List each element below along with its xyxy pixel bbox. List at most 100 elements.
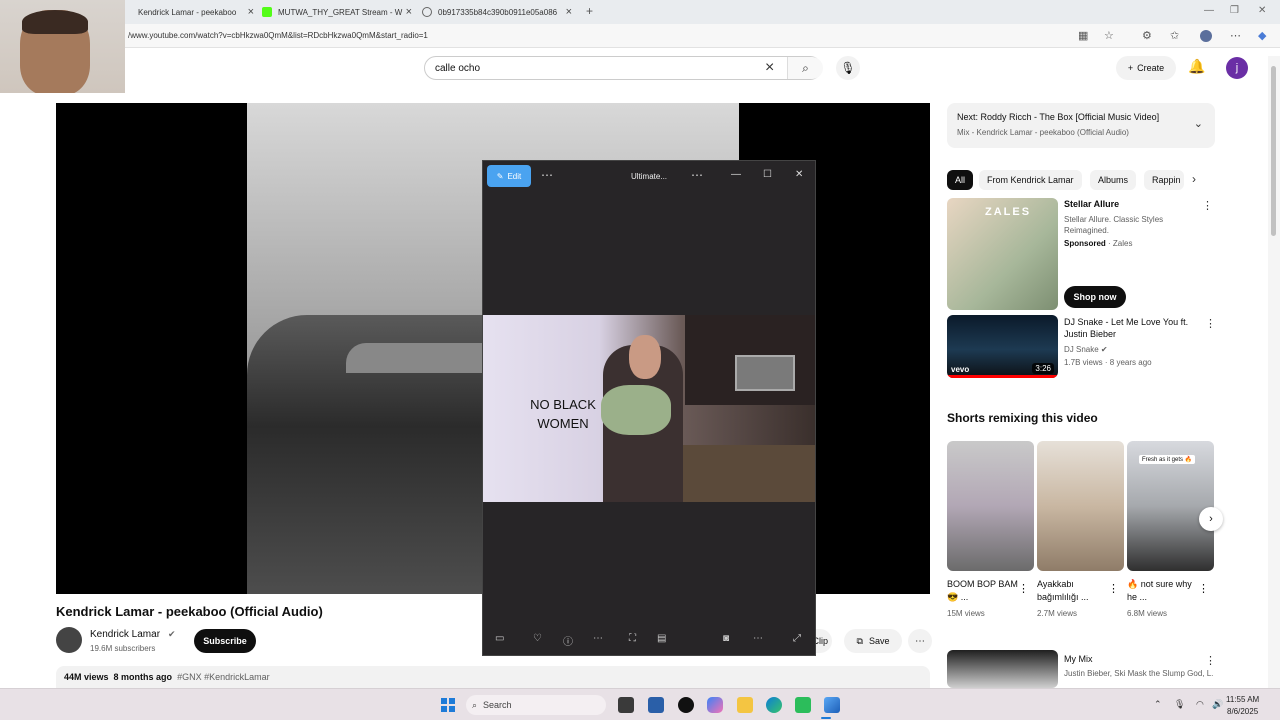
browser-tab[interactable]: Kendrick Lamar - peekaboo × xyxy=(124,2,254,22)
video-title[interactable]: DJ Snake - Let Me Love You ft. Justin Bi… xyxy=(1064,316,1199,340)
chevron-up-icon[interactable]: ⌃ xyxy=(1154,699,1162,710)
taskbar-search[interactable]: ⌕ Search xyxy=(466,695,606,715)
windows-start-icon[interactable] xyxy=(441,698,455,712)
clear-search-icon[interactable]: × xyxy=(765,59,774,77)
page-scrollbar[interactable] xyxy=(1268,56,1280,688)
search-box[interactable]: calle ocho × ⌕ xyxy=(424,56,823,80)
close-icon[interactable]: × xyxy=(248,6,254,18)
alienware-icon[interactable] xyxy=(678,697,694,713)
shorts-next-button[interactable]: › xyxy=(1199,507,1223,531)
clock-date[interactable]: 8/6/2025 xyxy=(1227,707,1258,716)
browser-tab[interactable]: MUTWA_THY_GREAT Stream - W × xyxy=(262,2,412,22)
volume-icon[interactable]: 🔊 xyxy=(1212,699,1223,710)
url-field[interactable]: /www.youtube.com/watch?v=cbHkzwa0QmM&lis… xyxy=(128,31,428,40)
webcam-person-hair xyxy=(22,10,88,34)
short-title[interactable]: 🔥 not sure why he ... xyxy=(1127,578,1199,604)
notifications-bell-icon[interactable]: 🔔 xyxy=(1188,58,1205,75)
heart-icon[interactable]: ♡ xyxy=(533,633,542,644)
voice-search-button[interactable]: 🎙 xyxy=(836,56,860,80)
copilot-icon[interactable]: ◆ xyxy=(1258,29,1266,42)
close-icon[interactable]: × xyxy=(566,6,572,18)
mix-thumbnail[interactable] xyxy=(947,650,1058,688)
app-icon[interactable] xyxy=(795,697,811,713)
minimize-icon[interactable]: — xyxy=(731,169,741,180)
next-video-title: Roddy Ricch - The Box [Official Music Vi… xyxy=(980,112,1160,122)
more-options-icon[interactable]: ⋯ xyxy=(691,168,703,182)
short-title[interactable]: BOOM BOP BAM 😎 ... xyxy=(947,578,1019,604)
edge-browser-icon[interactable] xyxy=(766,697,782,713)
more-vert-icon[interactable]: ⋮ xyxy=(1198,582,1209,595)
minimize-icon[interactable]: — xyxy=(1204,5,1214,16)
more-vert-icon[interactable]: ⋮ xyxy=(1202,199,1213,212)
edit-button[interactable]: ✎ Edit xyxy=(487,165,531,187)
screenshot-icon[interactable]: ◙ xyxy=(723,633,729,644)
create-button[interactable]: + Create xyxy=(1116,56,1176,80)
ad-title[interactable]: Stellar Allure xyxy=(1064,198,1119,210)
close-icon[interactable]: × xyxy=(406,6,412,18)
restore-icon[interactable]: ❐ xyxy=(1230,5,1239,16)
clock-time[interactable]: 11:55 AM xyxy=(1226,695,1259,704)
save-button[interactable]: ⧉ Save xyxy=(844,629,902,653)
microphone-icon[interactable]: 🎙 xyxy=(1174,699,1185,710)
chip-albums[interactable]: Albums xyxy=(1090,170,1137,190)
menu-dots-icon[interactable]: ⋯ xyxy=(1230,29,1241,42)
search-button[interactable]: ⌕ xyxy=(787,57,823,79)
chevron-down-icon[interactable]: ⌄ xyxy=(1194,117,1203,130)
more-vert-icon[interactable]: ⋮ xyxy=(1018,582,1029,595)
wifi-icon[interactable]: ◠ xyxy=(1196,699,1204,710)
short-title[interactable]: Ayakkabı bağımlılığı ... xyxy=(1037,578,1109,604)
close-window-icon[interactable]: ✕ xyxy=(1258,5,1266,16)
more-vert-icon[interactable]: ⋮ xyxy=(1205,317,1216,330)
chip-all[interactable]: All xyxy=(947,170,974,190)
store-icon[interactable] xyxy=(648,697,664,713)
more-options-icon[interactable]: ⋯ xyxy=(593,633,603,644)
verified-icon: ✔ xyxy=(168,629,176,639)
scrollbar-thumb[interactable] xyxy=(1271,66,1276,236)
hashtags[interactable]: #GNX #KendrickLamar xyxy=(177,672,270,682)
more-vert-icon[interactable]: ⋮ xyxy=(1108,582,1119,595)
task-view-icon[interactable] xyxy=(618,697,634,713)
more-vert-icon[interactable]: ⋮ xyxy=(1205,654,1216,667)
up-next-panel[interactable]: Next: Roddy Ricch - The Box [Official Mu… xyxy=(947,103,1215,148)
chip-rappin[interactable]: Rappin xyxy=(1144,170,1184,190)
extensions-icon[interactable]: ⚙ xyxy=(1142,29,1152,42)
copilot-icon[interactable] xyxy=(707,697,723,713)
maximize-icon[interactable]: ☐ xyxy=(763,169,772,180)
account-avatar[interactable]: j xyxy=(1226,57,1248,79)
browser-tab[interactable]: 0b917335b84c390b0911e05a086 × xyxy=(422,2,572,22)
ad-sponsor-line: Sponsored · Zales xyxy=(1064,239,1133,248)
close-icon[interactable]: ✕ xyxy=(795,169,803,180)
short-thumbnail[interactable] xyxy=(947,441,1034,571)
chevron-right-icon[interactable]: › xyxy=(1192,172,1196,186)
info-icon[interactable]: ⓘ xyxy=(563,633,573,648)
more-actions-button[interactable]: ⋯ xyxy=(908,629,932,653)
search-icon: ⌕ xyxy=(802,60,809,75)
crop-icon[interactable]: ⛶ xyxy=(629,633,636,644)
file-explorer-icon[interactable] xyxy=(737,697,753,713)
new-tab-button[interactable]: + xyxy=(586,4,593,18)
more-options-icon[interactable]: ⋯ xyxy=(541,168,553,182)
short-thumbnail[interactable] xyxy=(1037,441,1124,571)
photos-app-window[interactable]: ✎ Edit ⋯ Ultimate... ⋯ — ☐ ✕ NO BLACK WO… xyxy=(482,160,816,656)
video-thumbnail[interactable]: vevo 3:26 xyxy=(947,315,1058,378)
favorites-icon[interactable]: ✩ xyxy=(1170,29,1179,42)
description-box[interactable]: 44M views 8 months ago #GNX #KendrickLam… xyxy=(56,666,930,688)
more-options-icon[interactable]: ⋯ xyxy=(753,633,763,644)
favorite-star-icon[interactable]: ☆ xyxy=(1104,29,1114,42)
ad-thumbnail[interactable]: ZALES xyxy=(947,198,1058,310)
filmstrip-icon[interactable]: ▭ xyxy=(495,633,504,644)
chip-from-kendrick-lamar[interactable]: From Kendrick Lamar xyxy=(979,170,1082,190)
channel-avatar[interactable] xyxy=(56,627,82,653)
mix-title[interactable]: My Mix xyxy=(1064,653,1093,665)
fullscreen-icon[interactable]: ⤢ xyxy=(793,633,801,644)
channel-name[interactable]: Kendrick Lamar xyxy=(90,629,160,640)
ocr-icon[interactable]: ▤ xyxy=(657,633,666,644)
photos-app-icon[interactable] xyxy=(824,697,840,713)
profile-icon[interactable] xyxy=(1200,30,1212,42)
short-thumbnail[interactable]: Fresh as it gets 🔥 xyxy=(1127,441,1214,571)
app-available-icon[interactable]: ▦ xyxy=(1078,29,1088,42)
shop-now-button[interactable]: Shop now xyxy=(1064,286,1126,308)
search-input[interactable]: calle ocho xyxy=(435,63,480,74)
channel-name[interactable]: DJ Snake ✔ xyxy=(1064,344,1108,355)
subscribe-button[interactable]: Subscribe xyxy=(194,629,256,653)
